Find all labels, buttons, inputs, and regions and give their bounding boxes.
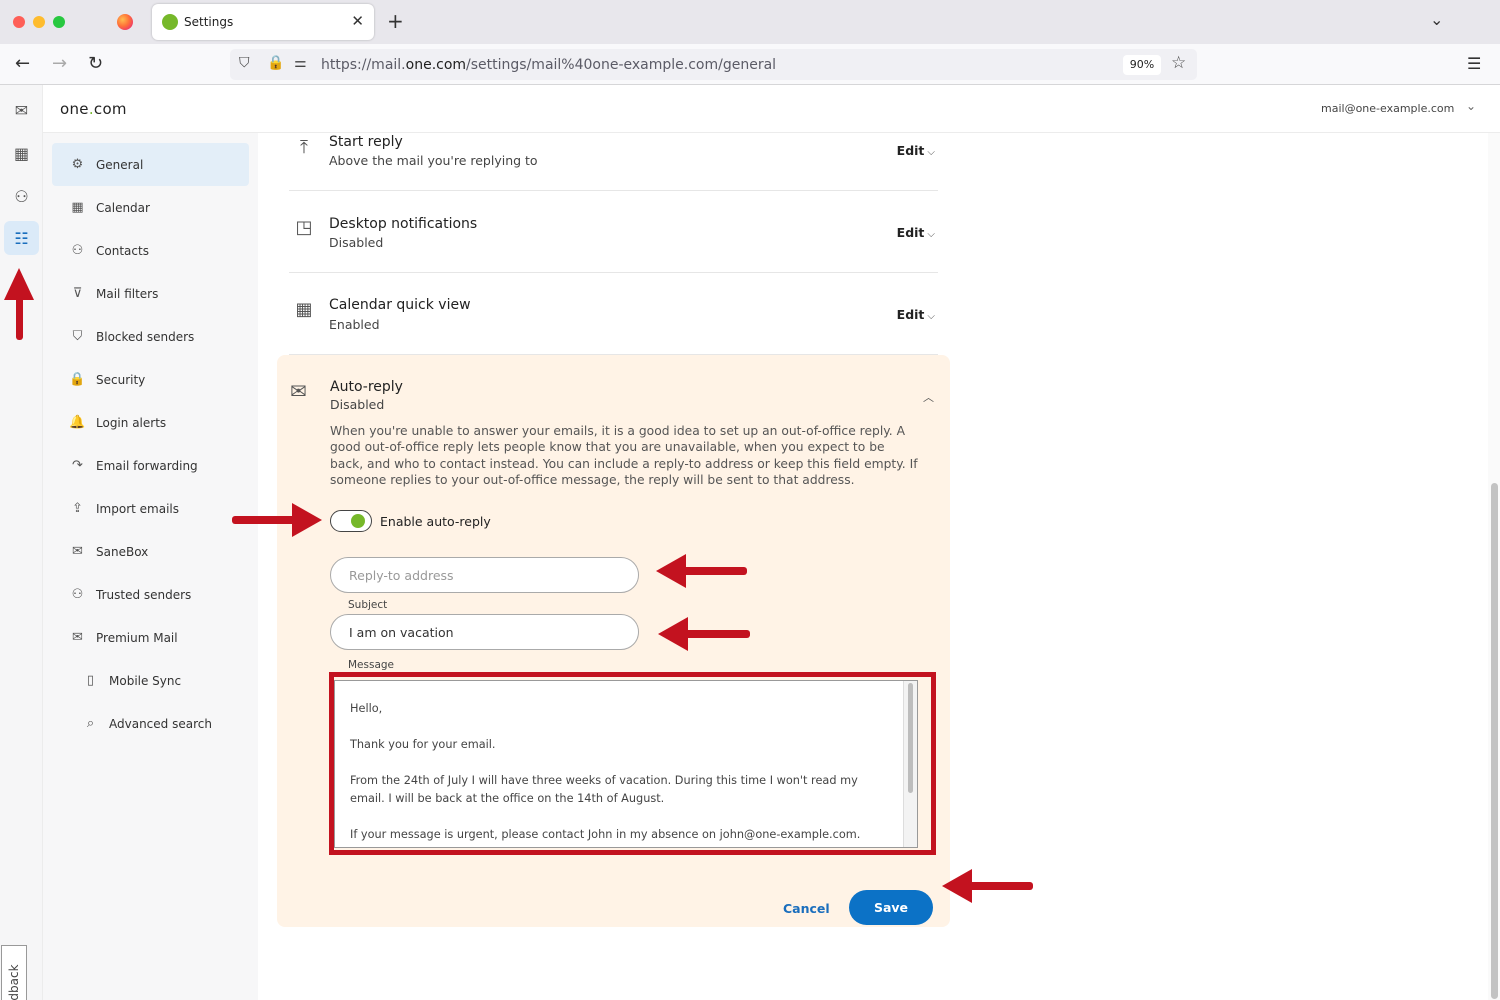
sidebar-item-advanced-search[interactable]: ⌕ Advanced search <box>52 702 249 745</box>
notification-icon: ◳ <box>295 217 313 238</box>
envelope-icon: ✉ <box>72 544 83 559</box>
sidebar-item-contacts[interactable]: ⚇ Contacts <box>52 229 249 272</box>
sidebar-item-trusted-senders[interactable]: ⚇ Trusted senders <box>52 573 249 616</box>
message-label: Message <box>348 659 395 671</box>
cancel-button[interactable]: Cancel <box>783 901 830 916</box>
url-bar[interactable]: ⛉ 🔒 ⚌ https://mail.one.com/settings/mail… <box>230 49 1197 80</box>
gear-icon: ⚙ <box>71 157 84 172</box>
search-icon: ⌕ <box>86 716 95 731</box>
subject-input[interactable] <box>330 614 639 650</box>
auto-reply-description: When you're unable to answer your emails… <box>330 424 918 487</box>
subject-label: Subject <box>348 599 388 611</box>
calendar-icon: ▦ <box>71 200 84 215</box>
onecom-favicon-icon <box>162 14 178 30</box>
bookmark-star-icon[interactable]: ☆ <box>1171 53 1186 73</box>
url-text[interactable]: https://mail.one.com/settings/mail%40one… <box>321 57 776 73</box>
reload-icon[interactable]: ↻ <box>88 53 103 75</box>
tab-list-chevron-icon[interactable]: ⌄ <box>1430 10 1443 29</box>
chevron-up-icon[interactable]: ︿ <box>923 389 934 405</box>
desktop-notifications-edit-button[interactable]: Edit ⌵ <box>897 225 935 240</box>
filter-icon: ⊽ <box>72 286 83 301</box>
page-scrollbar[interactable] <box>1488 133 1500 1000</box>
sidebar-item-security[interactable]: 🔒 Security <box>52 358 249 401</box>
sidebar-item-general[interactable]: ⚙ General <box>52 143 249 186</box>
auto-reply-title: Auto-reply <box>330 379 403 395</box>
sidebar-item-blocked-senders[interactable]: ⛉ Blocked senders <box>52 315 249 358</box>
zoom-indicator[interactable]: 90% <box>1123 55 1161 75</box>
onecom-logo[interactable]: one.com <box>60 100 127 118</box>
back-arrow-icon[interactable]: ← <box>15 53 30 75</box>
permissions-icon[interactable]: ⚌ <box>294 55 307 71</box>
sidebar-item-import-emails[interactable]: ⇪ Import emails <box>52 487 249 530</box>
enable-auto-reply-label: Enable auto-reply <box>380 514 491 529</box>
shield-icon[interactable]: ⛉ <box>239 55 250 71</box>
contacts-icon[interactable]: ⚇ <box>4 179 39 213</box>
mail-icon[interactable]: ✉ <box>4 93 39 127</box>
tab-close-icon[interactable]: ✕ <box>351 12 364 30</box>
forward-icon: ↷ <box>72 458 83 473</box>
trusted-user-icon: ⚇ <box>71 587 84 602</box>
sidebar-item-sanebox[interactable]: ✉ SaneBox <box>52 530 249 573</box>
sidebar-item-mail-filters[interactable]: ⊽ Mail filters <box>52 272 249 315</box>
sidebar-item-premium-mail[interactable]: ✉ Premium Mail <box>52 616 249 659</box>
lock-icon: 🔒 <box>69 372 86 387</box>
enable-auto-reply-toggle[interactable] <box>330 510 372 532</box>
contacts-icon: ⚇ <box>71 243 84 258</box>
firefox-icon[interactable] <box>117 14 133 30</box>
app-rail: ✉ ▦ ⚇ ☷ Feedback <box>0 85 43 1000</box>
settings-main: ⤒ Start reply Above the mail you're repl… <box>258 133 1488 1000</box>
sidebar-item-mobile-sync[interactable]: ▯ Mobile Sync <box>52 659 249 702</box>
settings-sliders-icon[interactable]: ☷ <box>4 221 39 255</box>
setting-calendar-quick-view: ▦ Calendar quick view Enabled Edit ⌵ <box>289 273 938 355</box>
annotation-highlight-box <box>329 672 936 855</box>
shield-icon: ⛉ <box>72 329 83 344</box>
chevron-down-icon[interactable]: ⌄ <box>1466 99 1476 113</box>
bell-icon: 🔔 <box>69 415 86 430</box>
start-reply-icon: ⤒ <box>300 137 308 158</box>
browser-tab-settings[interactable]: Settings ✕ <box>152 4 374 40</box>
account-email[interactable]: mail@one-example.com <box>1321 102 1454 115</box>
auto-reply-envelope-icon: ✉ <box>290 379 307 403</box>
auto-reply-status: Disabled <box>330 397 385 412</box>
setting-desktop-notifications: ◳ Desktop notifications Disabled Edit ⌵ <box>289 191 938 273</box>
menu-icon[interactable]: ☰ <box>1467 54 1481 73</box>
reply-to-address-input[interactable] <box>330 557 639 593</box>
sidebar-item-calendar[interactable]: ▦ Calendar <box>52 186 249 229</box>
premium-mail-icon: ✉ <box>72 630 83 645</box>
browser-nav-bar: ← → ↻ ⛉ 🔒 ⚌ https://mail.one.com/setting… <box>0 44 1500 85</box>
calendar-quick-view-edit-button[interactable]: Edit ⌵ <box>897 307 935 322</box>
tab-title: Settings <box>184 15 234 29</box>
save-button[interactable]: Save <box>849 890 933 925</box>
start-reply-edit-button[interactable]: Edit ⌵ <box>897 143 935 158</box>
calendar-eye-icon: ▦ <box>295 299 313 320</box>
window-zoom-button[interactable] <box>53 16 65 28</box>
sidebar-item-login-alerts[interactable]: 🔔 Login alerts <box>52 401 249 444</box>
sidebar-item-email-forwarding[interactable]: ↷ Email forwarding <box>52 444 249 487</box>
import-icon: ⇪ <box>72 501 83 516</box>
phone-icon: ▯ <box>86 673 95 688</box>
feedback-tab[interactable]: Feedback <box>1 945 27 1000</box>
window-minimize-button[interactable] <box>33 16 45 28</box>
calendar-icon[interactable]: ▦ <box>4 136 39 170</box>
settings-sidebar: ⚙ General ▦ Calendar ⚇ Contacts ⊽ Mail filte… <box>43 133 258 1000</box>
forward-arrow-icon[interactable]: → <box>52 53 67 75</box>
new-tab-button[interactable]: + <box>387 10 404 32</box>
setting-start-reply: ⤒ Start reply Above the mail you're repl… <box>289 109 938 191</box>
lock-icon[interactable]: 🔒 <box>267 55 284 71</box>
browser-tab-bar: Settings ✕ + ⌄ <box>0 0 1500 44</box>
window-close-button[interactable] <box>13 16 25 28</box>
